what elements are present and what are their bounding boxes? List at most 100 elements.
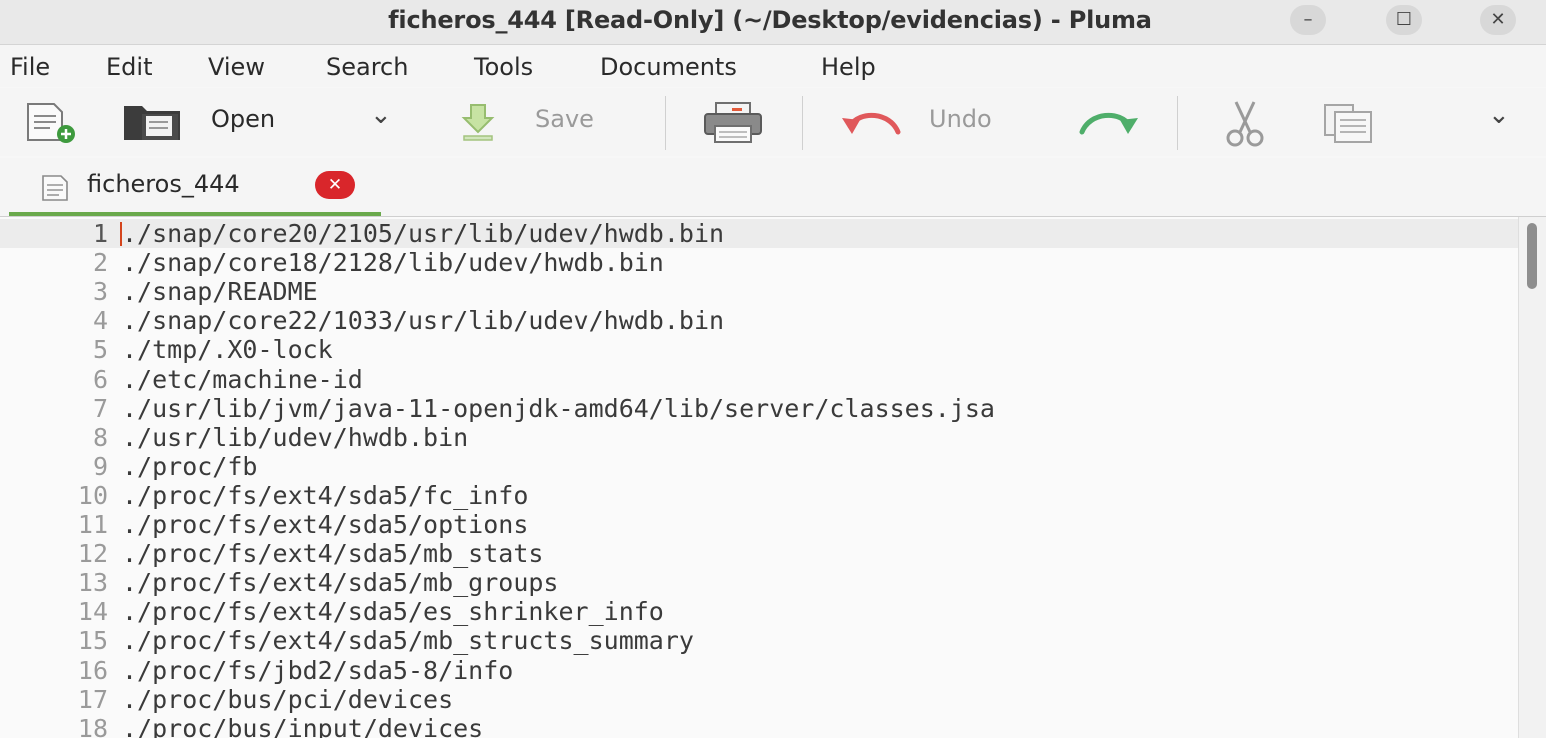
folder-icon: [124, 106, 180, 140]
toolbar-separator: [1177, 96, 1178, 150]
editor-line[interactable]: 9 ./proc/fb: [0, 452, 1518, 481]
line-number: 8: [92, 422, 108, 452]
toolbar-overflow-icon[interactable]: ⌄: [1488, 100, 1510, 130]
document-tab[interactable]: ficheros_444 ✕: [9, 158, 381, 216]
vertical-scrollbar[interactable]: [1518, 217, 1546, 738]
editor-line[interactable]: 12 ./proc/fs/ext4/sda5/mb_stats: [0, 539, 1518, 568]
maximize-icon: ☐: [1395, 9, 1413, 30]
editor-line[interactable]: 15 ./proc/fs/ext4/sda5/mb_structs_summary: [0, 626, 1518, 655]
menu-bar: File Edit View Search Tools Documents He…: [0, 45, 1546, 87]
new-document-button[interactable]: [24, 102, 80, 148]
editor-line[interactable]: 16 ./proc/fs/jbd2/sda5-8/info: [0, 656, 1518, 685]
line-text: ./usr/lib/udev/hwdb.bin: [122, 422, 469, 452]
new-document-icon: [27, 103, 75, 143]
line-number: 3: [92, 277, 108, 307]
line-number: 9: [92, 451, 108, 481]
close-icon: ✕: [327, 175, 343, 195]
line-number: 4: [92, 306, 108, 336]
menu-view[interactable]: View: [208, 53, 265, 81]
menu-search[interactable]: Search: [326, 53, 408, 81]
save-label: Save: [535, 105, 594, 133]
editor-line[interactable]: 10 ./proc/fs/ext4/sda5/fc_info: [0, 481, 1518, 510]
menu-tools[interactable]: Tools: [474, 53, 533, 81]
print-button[interactable]: [702, 100, 764, 150]
line-number: 18: [77, 713, 108, 738]
editor-line[interactable]: 8 ./usr/lib/udev/hwdb.bin: [0, 423, 1518, 452]
save-icon: [461, 104, 495, 141]
editor-line[interactable]: 4 ./snap/core22/1033/usr/lib/udev/hwdb.bi…: [0, 306, 1518, 335]
line-number: 1: [92, 219, 108, 248]
copy-icon: [1324, 104, 1372, 143]
line-number: 2: [92, 248, 108, 278]
menu-file[interactable]: File: [10, 53, 50, 81]
text-editor[interactable]: 1 ./snap/core20/2105/usr/lib/udev/hwdb.bi…: [0, 217, 1518, 738]
open-button[interactable]: [120, 100, 186, 150]
editor-line[interactable]: 17 ./proc/bus/pci/devices: [0, 685, 1518, 714]
menu-help[interactable]: Help: [821, 53, 876, 81]
tab-bar: ficheros_444 ✕: [0, 158, 1546, 217]
scissors-icon: [1226, 101, 1264, 147]
line-text: ./proc/bus/input/devices: [122, 713, 484, 738]
line-number: 6: [92, 364, 108, 394]
save-button[interactable]: [458, 102, 498, 148]
line-number: 15: [77, 626, 108, 656]
line-text: ./proc/bus/pci/devices: [122, 684, 454, 714]
cut-button[interactable]: [1222, 98, 1268, 152]
editor-line[interactable]: 14 ./proc/fs/ext4/sda5/es_shrinker_info: [0, 597, 1518, 626]
line-text: ./proc/fb: [122, 451, 258, 481]
toolbar-separator: [665, 96, 666, 150]
editor-line[interactable]: 2 ./snap/core18/2128/lib/udev/hwdb.bin: [0, 248, 1518, 277]
line-number: 14: [77, 597, 108, 627]
line-text: ./snap/core18/2128/lib/udev/hwdb.bin: [122, 248, 664, 278]
undo-button[interactable]: [838, 106, 904, 144]
redo-button[interactable]: [1076, 106, 1142, 144]
editor-line[interactable]: 13 ./proc/fs/ext4/sda5/mb_groups: [0, 568, 1518, 597]
line-text: ./proc/fs/ext4/sda5/es_shrinker_info: [122, 597, 664, 627]
close-icon: ✕: [1490, 9, 1506, 30]
line-number: 13: [77, 568, 108, 598]
line-number: 16: [77, 655, 108, 685]
tab-close-button[interactable]: ✕: [315, 171, 355, 199]
line-text: ./snap/README: [122, 277, 318, 307]
toolbar: Open ⌄ Save Undo ⌄: [0, 88, 1546, 156]
line-number: 10: [77, 480, 108, 510]
editor-line[interactable]: 7 ./usr/lib/jvm/java-11-openjdk-amd64/lib…: [0, 394, 1518, 423]
editor-line[interactable]: 18 ./proc/bus/input/devices: [0, 714, 1518, 738]
line-text: ./proc/fs/ext4/sda5/fc_info: [122, 480, 529, 510]
maximize-button[interactable]: ☐: [1386, 5, 1422, 35]
undo-label[interactable]: Undo: [929, 105, 992, 133]
printer-icon: [704, 102, 762, 143]
editor-line[interactable]: 11 ./proc/fs/ext4/sda5/options: [0, 510, 1518, 539]
line-text: ./etc/machine-id: [122, 364, 363, 394]
scrollbar-thumb[interactable]: [1527, 223, 1537, 289]
line-text: ./tmp/.X0-lock: [122, 335, 333, 365]
line-number: 12: [77, 539, 108, 569]
line-text: ./proc/fs/ext4/sda5/options: [122, 510, 529, 539]
line-text: ./proc/fs/ext4/sda5/mb_groups: [122, 568, 559, 598]
line-number: 17: [77, 684, 108, 714]
line-text: ./proc/fs/ext4/sda5/mb_stats: [122, 539, 544, 569]
copy-button[interactable]: [1322, 102, 1374, 148]
menu-edit[interactable]: Edit: [106, 53, 152, 81]
editor-line[interactable]: 3 ./snap/README: [0, 277, 1518, 306]
line-text: ./proc/fs/jbd2/sda5-8/info: [122, 655, 514, 685]
menu-documents[interactable]: Documents: [600, 53, 737, 81]
open-label[interactable]: Open: [211, 105, 275, 133]
redo-icon: [1079, 112, 1138, 135]
editor-line[interactable]: 6 ./etc/machine-id: [0, 365, 1518, 394]
line-text: ./proc/fs/ext4/sda5/mb_structs_summary: [122, 626, 694, 656]
line-text: ./snap/core20/2105/usr/lib/udev/hwdb.bin: [122, 219, 725, 248]
line-text: ./snap/core22/1033/usr/lib/udev/hwdb.bin: [122, 306, 725, 336]
line-number: 7: [92, 393, 108, 423]
tab-label: ficheros_444: [87, 170, 240, 198]
open-recent-dropdown-icon[interactable]: ⌄: [370, 100, 392, 130]
editor-line[interactable]: 5 ./tmp/.X0-lock: [0, 335, 1518, 364]
title-bar: ficheros_444 [Read-Only] (~/Desktop/evid…: [0, 0, 1546, 45]
text-document-icon: [42, 175, 68, 201]
close-window-button[interactable]: ✕: [1480, 5, 1516, 35]
minimize-button[interactable]: –: [1290, 5, 1326, 35]
toolbar-separator: [802, 96, 803, 150]
line-number: 11: [77, 510, 108, 539]
editor-line[interactable]: 1 ./snap/core20/2105/usr/lib/udev/hwdb.bi…: [0, 219, 1518, 248]
minimize-icon: –: [1303, 9, 1313, 30]
